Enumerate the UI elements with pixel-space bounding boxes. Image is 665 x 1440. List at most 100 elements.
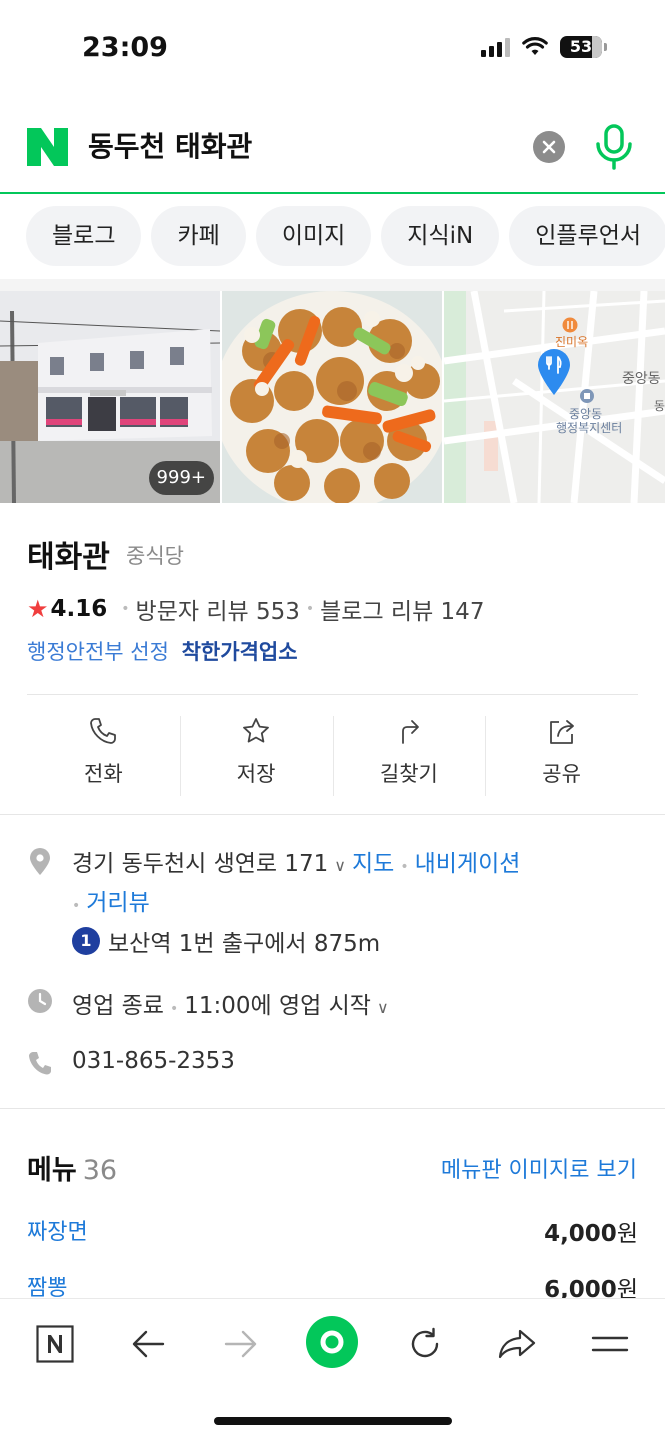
call-label: 전화 xyxy=(84,762,123,786)
rating-row: ★ 4.16 • 방문자 리뷰 553 • 블로그 리뷰 147 xyxy=(27,592,484,626)
hours-row[interactable]: 영업 종료 • 11:00에 영업 시작 ∨ xyxy=(27,986,638,1020)
directions-label: 길찾기 xyxy=(379,762,438,786)
directions-icon xyxy=(401,720,419,744)
naver-logo-icon[interactable] xyxy=(27,128,68,166)
wifi-icon xyxy=(522,37,548,55)
menu-button[interactable] xyxy=(585,1319,635,1369)
green-dot-button[interactable] xyxy=(306,1316,358,1368)
food-photo[interactable] xyxy=(222,291,442,503)
call-button[interactable]: 전화 xyxy=(27,716,180,796)
map-label-jungang-dong: 중앙동 xyxy=(622,371,661,387)
chevron-down-icon[interactable]: ∨ xyxy=(334,856,346,875)
rating-value: 4.16 xyxy=(50,596,108,622)
microphone-icon[interactable] xyxy=(594,124,634,170)
status-time: 23:09 xyxy=(82,32,168,63)
separator-dot: • xyxy=(72,898,81,914)
gov-selected-label: 행정안전부 선정 xyxy=(27,640,169,664)
section-divider xyxy=(0,814,665,815)
chip-cafe[interactable]: 카페 xyxy=(151,206,246,266)
hours-status: 영업 종료 xyxy=(72,993,164,1019)
cellular-signal-icon xyxy=(481,37,510,57)
restaurant-pin-icon xyxy=(538,349,570,395)
street-view-link[interactable]: 거리뷰 xyxy=(86,890,149,916)
chip-influencer[interactable]: 인플루언서 xyxy=(509,206,665,266)
separator-dot: • xyxy=(400,859,409,875)
address-text: 경기 동두천시 생연로 171 xyxy=(72,851,329,877)
battery-icon: 53 xyxy=(560,36,607,58)
share-label: 공유 xyxy=(542,762,581,786)
map-label-dong: 동 xyxy=(654,399,665,413)
blog-reviews-link[interactable]: 블로그 리뷰 147 xyxy=(320,592,484,626)
naver-home-button[interactable] xyxy=(30,1319,80,1369)
food-illustration xyxy=(222,291,442,503)
phone-icon xyxy=(90,718,117,744)
green-dot-icon xyxy=(320,1330,344,1354)
map-illustration xyxy=(444,291,665,503)
section-divider xyxy=(0,1108,665,1109)
map-office-marker-icon xyxy=(580,389,594,403)
menu-image-link[interactable]: 메뉴판 이미지로 보기 xyxy=(441,1152,637,1184)
chip-blog[interactable]: 블로그 xyxy=(26,206,142,266)
chip-image[interactable]: 이미지 xyxy=(255,206,372,266)
gov-selection-row: 행정안전부 선정 착한가격업소 xyxy=(27,636,298,666)
navigation-link[interactable]: 내비게이션 xyxy=(415,851,521,877)
clear-search-button[interactable] xyxy=(533,131,565,163)
menu-item[interactable]: 짜장면 4,000원 xyxy=(27,1214,638,1254)
arrow-right-icon xyxy=(224,1330,257,1358)
share-icon xyxy=(549,720,574,744)
bottom-toolbar xyxy=(0,1298,665,1440)
share-button[interactable]: 공유 xyxy=(485,716,638,796)
close-icon xyxy=(542,140,556,154)
directions-button[interactable]: 길찾기 xyxy=(332,716,486,796)
refresh-button[interactable] xyxy=(400,1319,450,1369)
save-button[interactable]: 저장 xyxy=(179,716,333,796)
search-input[interactable]: 동두천 태화관 xyxy=(88,128,252,166)
share-page-button[interactable] xyxy=(492,1319,542,1369)
home-indicator[interactable] xyxy=(214,1417,452,1425)
menu-item-price: 4,000원 xyxy=(544,1221,638,1247)
subway-line-badge: 1 xyxy=(72,927,100,955)
place-category: 중식당 xyxy=(126,544,184,568)
status-icons: 53 xyxy=(481,36,607,58)
separator-dot: • xyxy=(169,1001,179,1017)
chevron-down-icon[interactable]: ∨ xyxy=(377,998,389,1017)
action-bar: 전화 저장 길찾기 공유 xyxy=(27,716,638,796)
place-name: 태화관 xyxy=(27,540,110,575)
clock-icon xyxy=(28,989,52,1013)
back-button[interactable] xyxy=(123,1319,173,1369)
separator-dot: • xyxy=(121,601,130,617)
divider xyxy=(27,694,638,695)
phone-number: 031-865-2353 xyxy=(72,1048,235,1074)
photo-count-badge: 999+ xyxy=(148,461,214,495)
subway-info: 보산역 1번 출구에서 875m xyxy=(108,931,381,957)
share-arrow-icon xyxy=(498,1329,536,1359)
storefront-photo[interactable]: 999+ xyxy=(0,291,220,503)
map-link[interactable]: 지도 xyxy=(352,851,394,877)
menu-count: 36 xyxy=(82,1155,118,1186)
menu-title: 메뉴 xyxy=(27,1155,77,1186)
status-bar: 23:09 53 xyxy=(0,0,665,100)
rating-star-icon: ★ xyxy=(27,595,49,623)
star-icon xyxy=(243,718,270,743)
visitor-reviews-link[interactable]: 방문자 리뷰 553 xyxy=(136,592,300,626)
menu-item-name: 짜장면 xyxy=(27,1220,88,1245)
map-label-jinmiok: 진미옥 xyxy=(555,335,589,349)
map-food-marker-icon xyxy=(562,317,578,333)
map-thumbnail[interactable]: 진미옥 중앙동 동 중앙동 행정복지센터 xyxy=(444,291,665,503)
save-label: 저장 xyxy=(236,762,276,786)
arrow-left-icon xyxy=(132,1330,165,1358)
forward-button[interactable] xyxy=(216,1319,266,1369)
hours-next: 11:00에 영업 시작 xyxy=(184,993,371,1019)
phone-row[interactable]: 031-865-2353 xyxy=(27,1048,638,1082)
battery-level: 53 xyxy=(569,37,593,56)
chip-knowledge[interactable]: 지식iN xyxy=(381,206,500,266)
naver-n-icon xyxy=(36,1325,74,1363)
search-bar: 동두천 태화관 xyxy=(0,110,665,194)
subway-row: 1 보산역 1번 출구에서 875m xyxy=(72,924,380,958)
refresh-icon xyxy=(411,1327,439,1358)
location-pin-icon xyxy=(30,848,50,875)
category-chips: 블로그 카페 이미지 지식iN 인플루언서 xyxy=(0,206,665,268)
gallery-top-gap xyxy=(0,279,665,291)
good-price-badge[interactable]: 착한가격업소 xyxy=(182,640,298,664)
phone-icon xyxy=(29,1052,51,1075)
